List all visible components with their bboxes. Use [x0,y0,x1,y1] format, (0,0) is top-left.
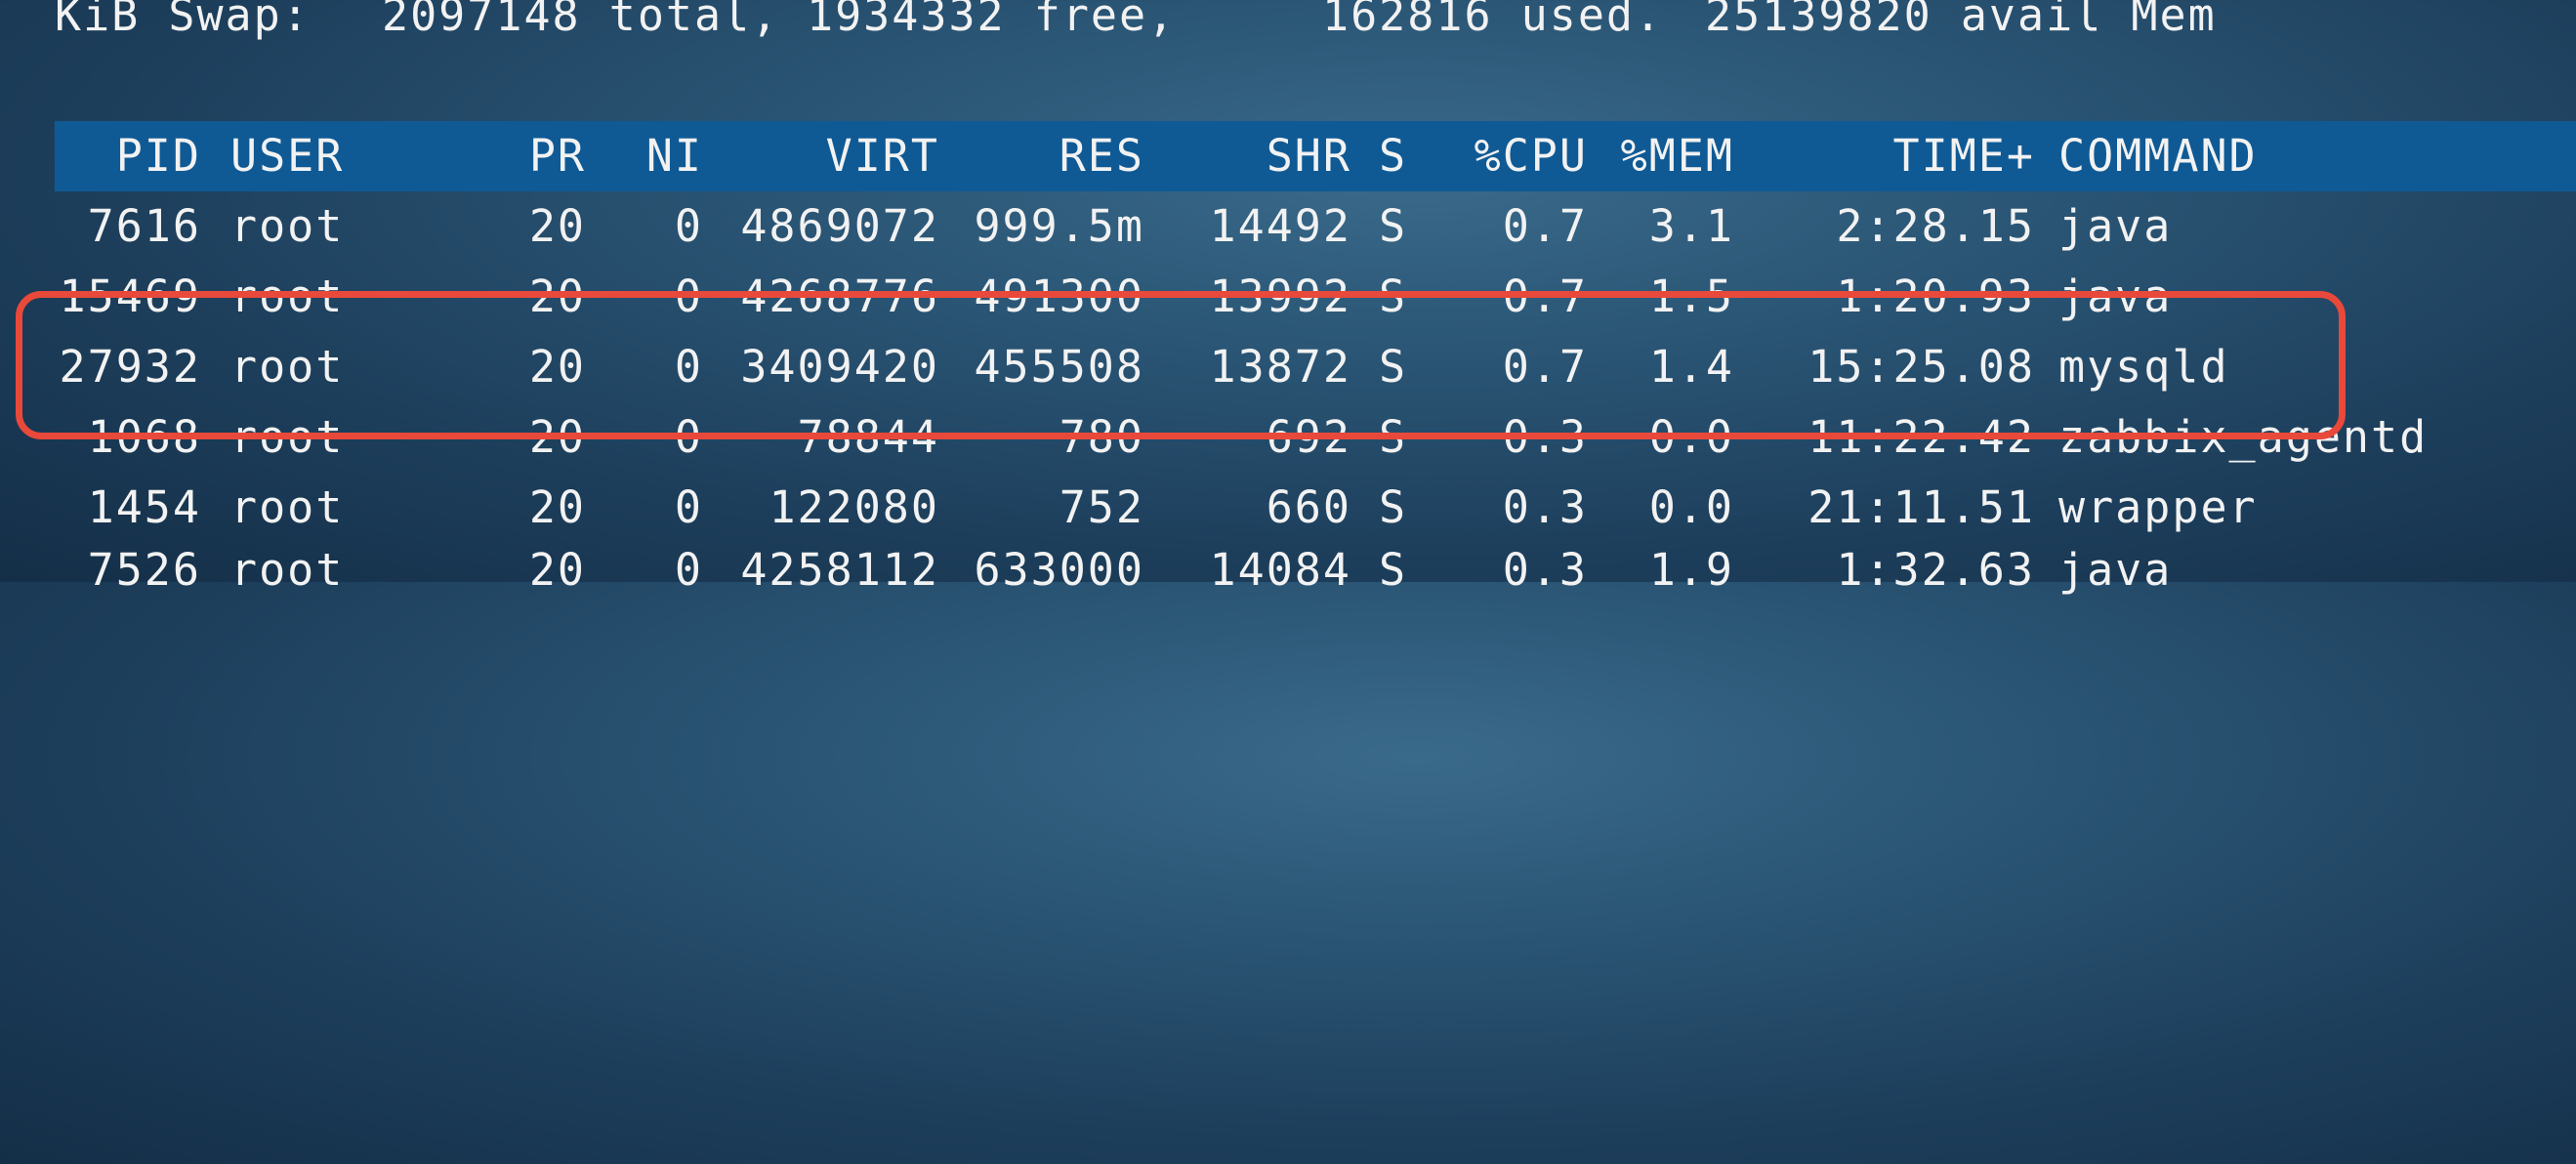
header-command[interactable]: COMMAND [2058,121,2566,191]
process-row[interactable]: 27932 root 20 0 3409420 455508 13872 S 0… [0,332,2576,402]
process-time: 2:28.15 [1836,200,2035,252]
process-pr: 20 [528,481,586,533]
process-pr: 20 [528,544,586,596]
process-pr: 20 [528,341,586,393]
process-res: 491300 [974,270,1144,322]
process-shr: 692 [1266,411,1351,463]
process-pr: 20 [528,200,586,252]
process-cpu: 0.7 [1502,200,1588,252]
process-command: java [2058,200,2173,252]
process-res: 752 [1059,481,1144,533]
process-time: 21:11.51 [1807,481,2035,533]
header-pr[interactable]: PR [488,121,586,191]
process-res: 780 [1059,411,1144,463]
process-cpu: 0.3 [1502,411,1588,463]
process-ni: 0 [674,200,703,252]
process-virt: 78844 [797,411,939,463]
process-state: S [1379,544,1408,596]
process-user: root [230,544,345,596]
process-ni: 0 [674,270,703,322]
process-user: root [230,200,345,252]
process-ni: 0 [674,481,703,533]
process-res: 633000 [974,544,1144,596]
process-row[interactable]: 1068 root 20 0 78844 780 692 S 0.3 0.0 1… [0,402,2576,473]
process-time: 11:22.42 [1807,411,2035,463]
process-row[interactable]: 1454 root 20 0 122080 752 660 S 0.3 0.0 … [0,473,2576,543]
process-shr: 14084 [1209,544,1351,596]
process-pr: 20 [528,411,586,463]
header-ni[interactable]: NI [615,121,703,191]
header-cpu[interactable]: %CPU [1445,121,1588,191]
swap-avail: 25139820 avail Mem [1705,0,2217,41]
process-shr: 13992 [1209,270,1351,322]
process-mem: 0.0 [1648,411,1734,463]
process-ni: 0 [674,341,703,393]
process-time: 1:20.93 [1836,270,2035,322]
process-command: java [2058,544,2173,596]
process-virt: 4869072 [740,200,939,252]
swap-label: KiB Swap: [55,0,311,41]
process-pid: 15469 [59,270,201,322]
process-ni: 0 [674,544,703,596]
process-virt: 3409420 [740,341,939,393]
process-mem: 1.4 [1648,341,1734,393]
swap-total: 2097148 total, [382,0,780,41]
process-res: 999.5m [974,200,1144,252]
process-user: root [230,341,345,393]
process-user: root [230,270,345,322]
process-time: 15:25.08 [1807,341,2035,393]
process-mem: 0.0 [1648,481,1734,533]
process-command: zabbix_agentd [2058,411,2429,463]
process-state: S [1379,481,1408,533]
process-pid: 1454 [87,481,201,533]
swap-used: 162816 used. [1322,0,1664,41]
process-state: S [1379,200,1408,252]
header-mem[interactable]: %MEM [1607,121,1734,191]
process-time: 1:32.63 [1836,544,2035,596]
process-cpu: 0.7 [1502,270,1588,322]
swap-free: 1934332 free, [807,0,1177,41]
process-state: S [1379,411,1408,463]
process-pid: 1068 [87,411,201,463]
swap-summary-line: KiB Swap: 2097148 total, 1934332 free, 1… [55,0,2215,51]
process-command: wrapper [2058,481,2258,533]
header-res[interactable]: RES [957,121,1144,191]
process-virt: 4258112 [740,544,939,596]
process-user: root [230,481,345,533]
process-shr: 660 [1266,481,1351,533]
process-pid: 7526 [87,544,201,596]
process-row[interactable]: 7616 root 20 0 4869072 999.5m 14492 S 0.… [0,191,2576,262]
process-command: mysqld [2058,341,2229,393]
process-state: S [1379,270,1408,322]
process-mem: 3.1 [1648,200,1734,252]
header-user[interactable]: USER [230,121,426,191]
process-virt: 4268776 [740,270,939,322]
process-table-header: PID USER PR NI VIRT RES SHR S %CPU %MEM … [0,121,2576,191]
process-virt: 122080 [769,481,939,533]
header-shr[interactable]: SHR [1162,121,1351,191]
process-pid: 27932 [59,341,201,393]
process-cpu: 0.3 [1502,544,1588,596]
header-virt[interactable]: VIRT [723,121,939,191]
process-ni: 0 [674,411,703,463]
process-cpu: 0.7 [1502,341,1588,393]
process-shr: 14492 [1209,200,1351,252]
process-row[interactable]: 7526 root 20 0 4258112 633000 14084 S 0.… [0,535,2576,605]
process-cpu: 0.3 [1502,481,1588,533]
header-time[interactable]: TIME+ [1758,121,2035,191]
process-state: S [1379,341,1408,393]
header-pid[interactable]: PID [55,121,201,191]
process-mem: 1.5 [1648,270,1734,322]
process-res: 455508 [974,341,1144,393]
process-shr: 13872 [1209,341,1351,393]
terminal-window: KiB Swap: 2097148 total, 1934332 free, 1… [0,0,2576,596]
process-command: java [2058,270,2173,322]
process-pid: 7616 [87,200,201,252]
header-state[interactable]: S [1379,121,1418,191]
process-row[interactable]: 15469 root 20 0 4268776 491300 13992 S 0… [0,262,2576,332]
process-user: root [230,411,345,463]
process-pr: 20 [528,270,586,322]
process-mem: 1.9 [1648,544,1734,596]
